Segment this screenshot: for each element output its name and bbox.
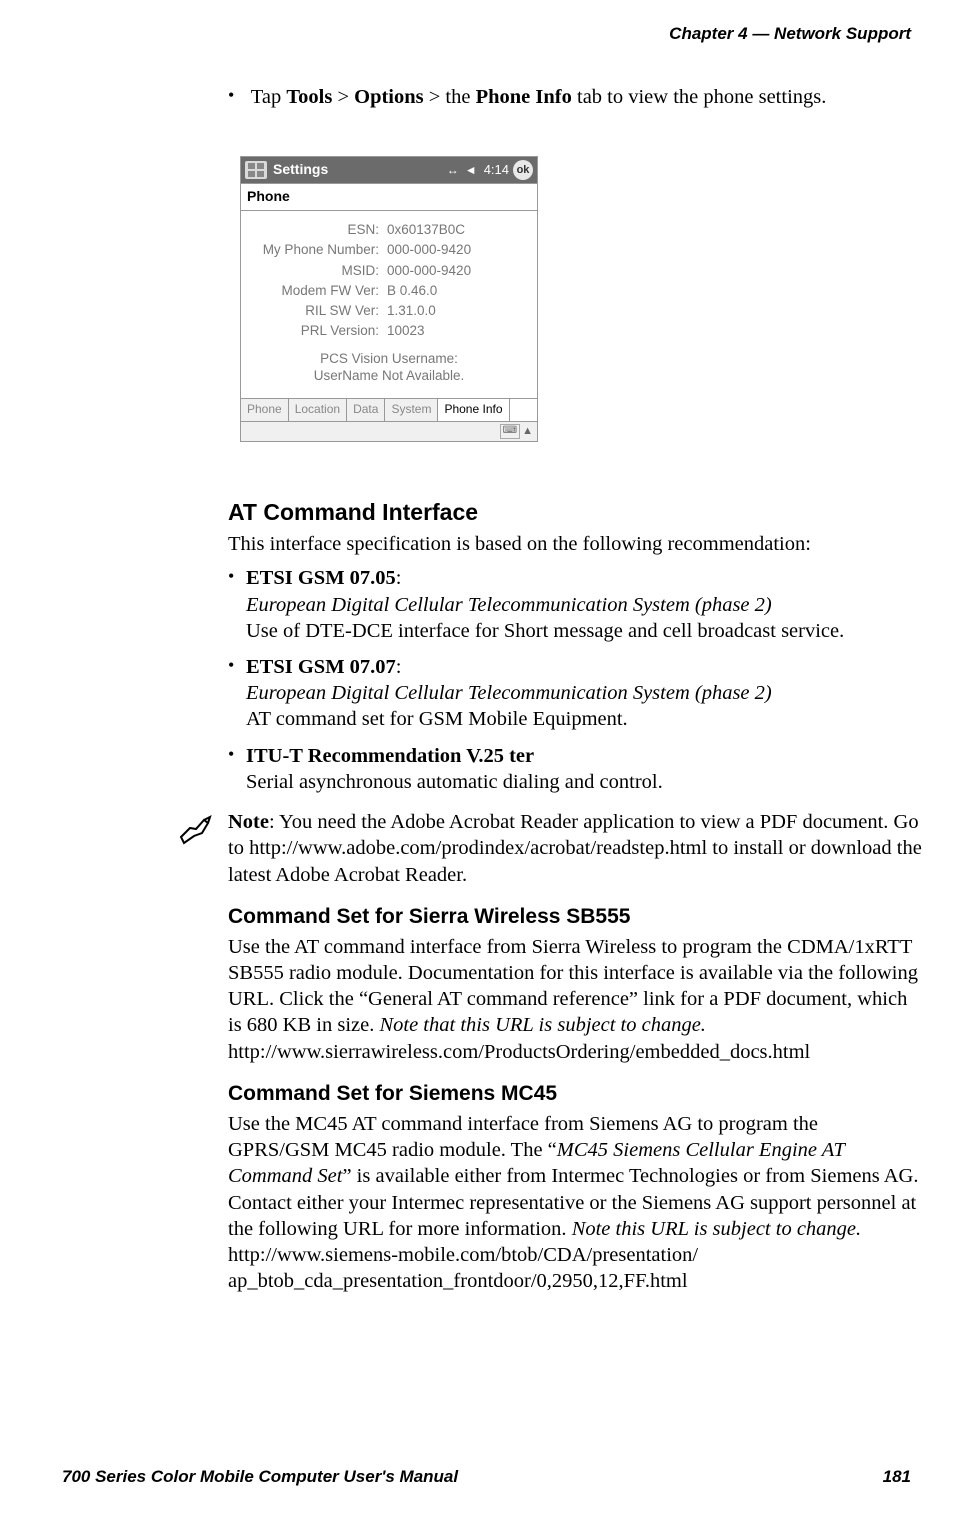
- sb555-url: http://www.sierrawireless.com/ProductsOr…: [228, 1039, 924, 1065]
- spec-desc: Use of DTE-DCE interface for Short messa…: [246, 620, 844, 642]
- mc45-heading: Command Set for Siemens MC45: [228, 1081, 924, 1108]
- intro-pre: Tap: [251, 86, 287, 108]
- intro-phoneinfo: Phone Info: [476, 86, 572, 108]
- bullet-icon: •: [228, 743, 246, 766]
- intro-tools: Tools: [286, 86, 332, 108]
- sb555-body: Use the AT command interface from Sierra…: [228, 934, 924, 1039]
- intro-mid1: >: [332, 86, 354, 108]
- intro-options: Options: [354, 86, 424, 108]
- spec-desc: AT command set for GSM Mobile Equipment.: [246, 708, 628, 730]
- sb555-body-italic: Note that this URL is subject to change.: [379, 1014, 705, 1036]
- phone-info-screenshot: Settings ↔ ◄ 4:14 ok Phone ESN:0x60137B0…: [240, 156, 538, 441]
- note-block: Note: You need the Adobe Acrobat Reader …: [174, 809, 924, 888]
- tab-data[interactable]: Data: [347, 399, 385, 420]
- tab-system[interactable]: System: [385, 399, 438, 420]
- volume-icon: ◄: [465, 163, 477, 178]
- footer-left: 700 Series Color Mobile Computer User's …: [62, 1467, 458, 1487]
- mc45-url1: http://www.siemens-mobile.com/btob/CDA/p…: [228, 1242, 924, 1268]
- intro-post: tab to view the phone settings.: [572, 86, 827, 108]
- chapter-title: Network Support: [774, 24, 911, 43]
- info-value: 1.31.0.0: [387, 302, 436, 319]
- info-label: My Phone Number:: [245, 241, 387, 258]
- keyboard-icon[interactable]: ⌨: [500, 424, 520, 439]
- info-value: 10023: [387, 322, 425, 339]
- info-value: B 0.46.0: [387, 282, 437, 299]
- mc45-body: Use the MC45 AT command interface from S…: [228, 1111, 924, 1242]
- spec-list: •ETSI GSM 07.05: European Digital Cellul…: [228, 565, 924, 795]
- at-command-intro: This interface specification is based on…: [228, 531, 924, 557]
- screenshot-bottom-bar: ⌨ ▲: [240, 422, 538, 442]
- bullet-icon: •: [228, 654, 246, 677]
- up-arrow-icon[interactable]: ▲: [522, 424, 533, 438]
- info-label: Modem FW Ver:: [245, 282, 387, 299]
- intro-bullet: • Tap Tools > Options > the Phone Info t…: [228, 84, 924, 110]
- pcs-value: UserName Not Available.: [245, 367, 533, 384]
- bullet-icon: •: [228, 565, 246, 588]
- spec-italic: European Digital Cellular Telecommunicat…: [246, 594, 772, 616]
- info-row: ESN:0x60137B0C: [245, 221, 533, 238]
- screenshot-titlebar: Settings ↔ ◄ 4:14 ok: [240, 156, 538, 184]
- screenshot-tabs: Phone Location Data System Phone Info: [240, 399, 538, 421]
- note-text: : You need the Adobe Acrobat Reader appl…: [228, 811, 922, 885]
- info-row: Modem FW Ver:B 0.46.0: [245, 282, 533, 299]
- pcs-block: PCS Vision Username: UserName Not Availa…: [245, 350, 533, 385]
- info-label: ESN:: [245, 221, 387, 238]
- info-row: RIL SW Ver:1.31.0.0: [245, 302, 533, 319]
- titlebar-title: Settings: [273, 161, 444, 179]
- spec-title: ETSI GSM 07.05: [246, 567, 396, 589]
- spec-item: •ETSI GSM 07.07: European Digital Cellul…: [228, 654, 924, 733]
- bullet-icon: •: [228, 84, 246, 107]
- tab-phone[interactable]: Phone: [241, 399, 289, 420]
- screenshot-body: ESN:0x60137B0C My Phone Number:000-000-9…: [240, 211, 538, 399]
- spec-colon: :: [396, 567, 402, 589]
- chapter-label: Chapter 4: [669, 24, 747, 43]
- spec-title: ITU-T Recommendation V.25 ter: [246, 745, 534, 767]
- ok-button[interactable]: ok: [513, 160, 533, 180]
- info-row: My Phone Number:000-000-9420: [245, 241, 533, 258]
- tab-location[interactable]: Location: [289, 399, 347, 420]
- info-value: 000-000-9420: [387, 262, 471, 279]
- pcs-title: PCS Vision Username:: [245, 350, 533, 367]
- page-content: • Tap Tools > Options > the Phone Info t…: [228, 84, 924, 1294]
- intro-mid2: > the: [424, 86, 476, 108]
- info-value: 000-000-9420: [387, 241, 471, 258]
- page-footer: 700 Series Color Mobile Computer User's …: [62, 1467, 911, 1487]
- sb555-heading: Command Set for Sierra Wireless SB555: [228, 904, 924, 931]
- note-hand-icon: [174, 811, 216, 888]
- info-row: PRL Version:10023: [245, 322, 533, 339]
- info-value: 0x60137B0C: [387, 221, 465, 238]
- info-label: MSID:: [245, 262, 387, 279]
- mc45-italic2: Note this URL is subject to change.: [572, 1218, 861, 1240]
- footer-page-number: 181: [883, 1467, 911, 1487]
- windows-flag-icon: [245, 161, 267, 179]
- info-label: PRL Version:: [245, 322, 387, 339]
- spec-desc: Serial asynchronous automatic dialing an…: [246, 771, 663, 793]
- info-label: RIL SW Ver:: [245, 302, 387, 319]
- page-header: Chapter 4 — Network Support: [669, 24, 911, 44]
- note-label: Note: [228, 811, 269, 833]
- spec-italic: European Digital Cellular Telecommunicat…: [246, 682, 772, 704]
- at-command-heading: AT Command Interface: [228, 498, 924, 527]
- spec-title: ETSI GSM 07.07: [246, 656, 396, 678]
- spec-colon: :: [396, 656, 402, 678]
- header-sep: —: [748, 24, 774, 43]
- titlebar-time: 4:14: [484, 162, 509, 179]
- connectivity-icon: ↔: [447, 163, 459, 178]
- spec-item: •ITU-T Recommendation V.25 ter Serial as…: [228, 743, 924, 795]
- tab-phone-info[interactable]: Phone Info: [438, 399, 509, 420]
- ok-label: ok: [517, 163, 530, 177]
- info-row: MSID:000-000-9420: [245, 262, 533, 279]
- spec-item: •ETSI GSM 07.05: European Digital Cellul…: [228, 565, 924, 644]
- mc45-url2: ap_btob_cda_presentation_frontdoor/0,295…: [228, 1268, 924, 1294]
- screenshot-subtitle: Phone: [240, 184, 538, 211]
- note-body: Note: You need the Adobe Acrobat Reader …: [228, 809, 924, 888]
